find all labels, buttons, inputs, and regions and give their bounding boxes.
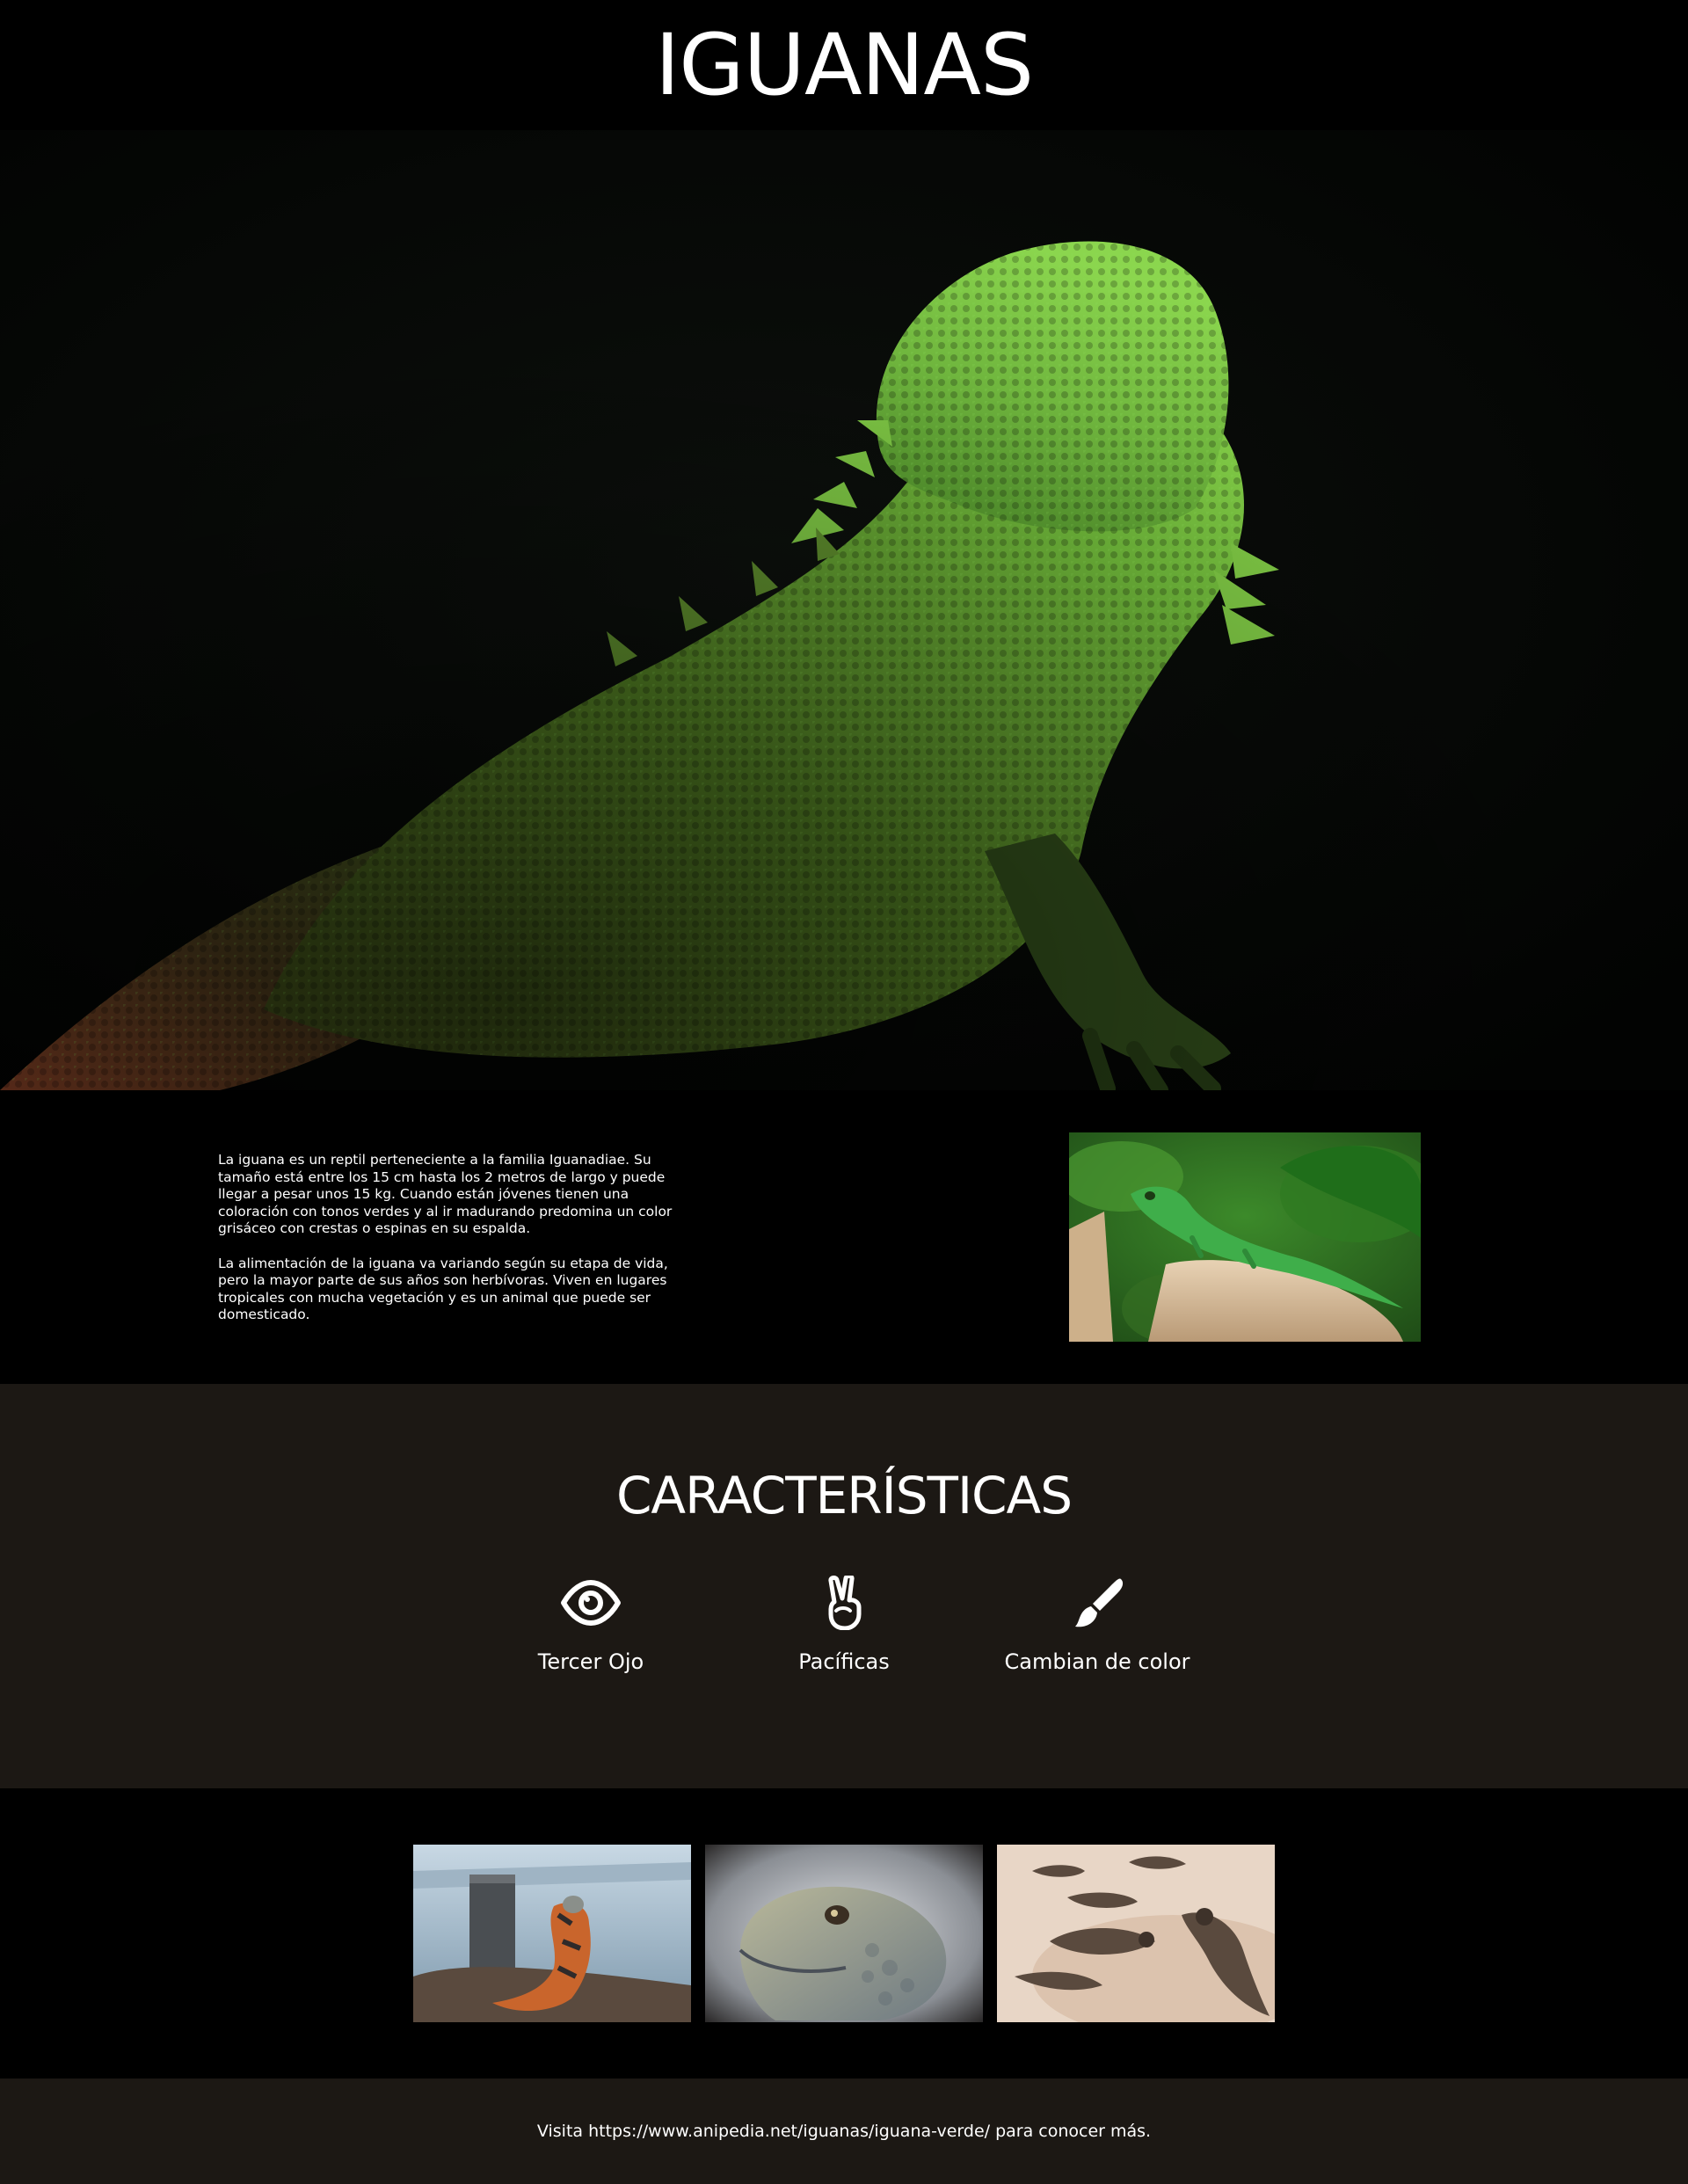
feature-label: Tercer Ojo	[537, 1649, 644, 1674]
features-title: CARACTERÍSTICAS	[615, 1466, 1073, 1525]
hero-image	[0, 130, 1688, 1090]
intro-paragraph: La iguana es un reptil perteneciente a l…	[218, 1152, 673, 1236]
feature-label: Pacíficas	[798, 1649, 890, 1674]
page-title: IGUANAS	[654, 16, 1034, 114]
iguana-by-sea-illustration	[413, 1845, 691, 2022]
lizard-on-stump-image	[1069, 1132, 1421, 1342]
eye-icon	[561, 1580, 621, 1626]
lizard-on-stump-illustration	[1069, 1132, 1421, 1342]
features-section: CARACTERÍSTICAS Tercer Ojo Pacíficas Cam…	[0, 1384, 1688, 1788]
site-footer: Visita https://www.anipedia.net/iguanas/…	[0, 2078, 1688, 2184]
gallery-image-iguana-by-sea	[413, 1845, 691, 2022]
iguana-hero-illustration	[0, 130, 1688, 1090]
peace-hand-icon	[828, 1576, 862, 1630]
gallery-section	[0, 1788, 1688, 2078]
footer-text: Visita https://www.anipedia.net/iguanas/…	[536, 2122, 1152, 2141]
feature-third-eye: Tercer Ojo	[477, 1576, 705, 1674]
feature-peaceful: Pacíficas	[730, 1576, 958, 1674]
feature-color-change: Cambian de color	[983, 1576, 1211, 1674]
iguana-head-illustration	[705, 1845, 983, 2022]
feature-label: Cambian de color	[1004, 1649, 1190, 1674]
gallery-image-iguanas-on-sand	[997, 1845, 1275, 2022]
site-header: IGUANAS	[0, 0, 1688, 130]
paint-brush-icon	[1075, 1578, 1124, 1627]
intro-section: La iguana es un reptil perteneciente a l…	[0, 1090, 1688, 1384]
gallery-image-iguana-head	[705, 1845, 983, 2022]
intro-paragraph: La alimentación de la iguana va variando…	[218, 1255, 668, 1323]
intro-text: La iguana es un reptil perteneciente a l…	[218, 1152, 675, 1342]
iguanas-on-sand-illustration	[997, 1845, 1275, 2022]
